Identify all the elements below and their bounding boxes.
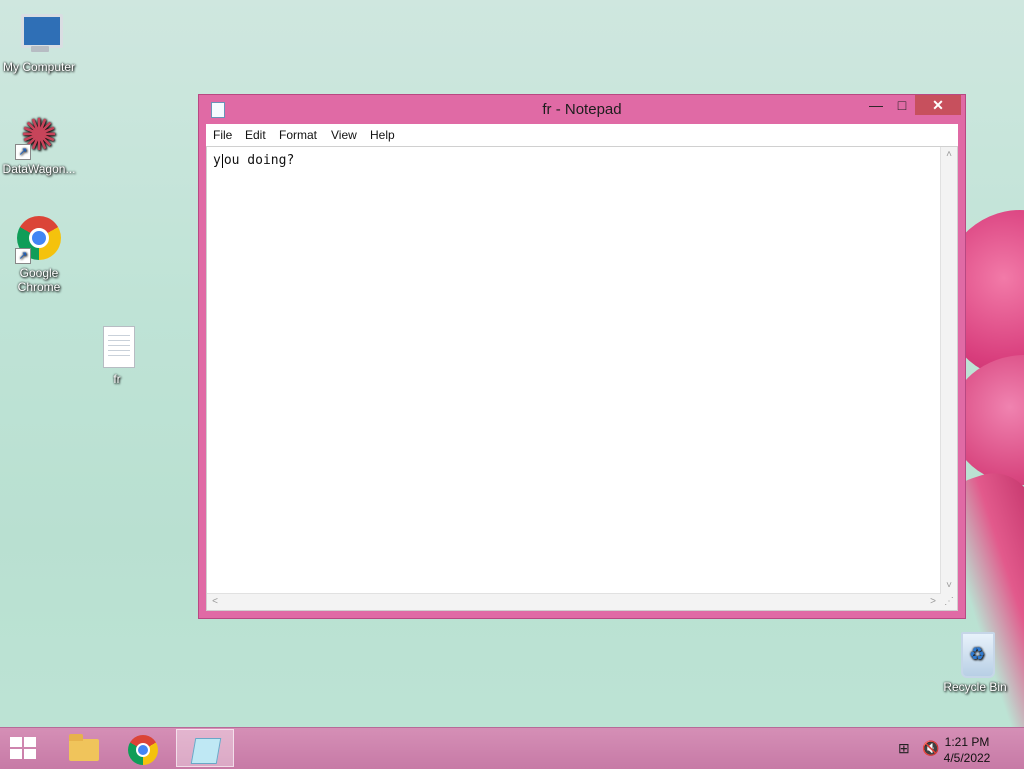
vertical-scrollbar[interactable]: ˄ ˅ <box>940 147 957 594</box>
text-file-icon <box>93 322 141 370</box>
document-text[interactable]: y ou doing? <box>213 153 294 168</box>
taskbar: ⊞ 🔇 1:21 PM 4/5/2022 <box>0 727 1024 769</box>
desktop-icon-fr-file[interactable]: fr <box>78 322 156 386</box>
shortcut-arrow-icon: ↗ <box>15 248 31 264</box>
close-button[interactable]: ✕ <box>915 95 961 115</box>
shortcut-arrow-icon: ↗ <box>15 144 31 160</box>
menu-file[interactable]: File <box>213 128 232 142</box>
clock-date: 4/5/2022 <box>943 751 991 765</box>
desktop-icon-label: Google <box>19 266 59 280</box>
computer-icon <box>15 10 63 58</box>
text-editor[interactable]: y ou doing? ˄ ˅ ˂ ˃ ⋰ <box>206 146 958 611</box>
text-caret <box>221 153 223 168</box>
start-button[interactable] <box>10 737 38 761</box>
scroll-right-button[interactable]: ˃ <box>925 594 941 610</box>
minimize-button[interactable]: — <box>863 95 889 115</box>
notepad-window[interactable]: fr - Notepad — □ ✕ File Edit Format View… <box>198 94 966 619</box>
text-before-caret: y <box>213 153 221 168</box>
windows-logo-icon <box>10 737 22 747</box>
datawagon-icon: ✺ ↗ <box>15 112 63 160</box>
scroll-left-button[interactable]: ˂ <box>207 594 223 610</box>
clock-time: 1:21 PM <box>944 735 990 749</box>
menu-view[interactable]: View <box>331 128 357 142</box>
desktop-icon-my-computer[interactable]: My Computer <box>0 10 78 74</box>
menu-help[interactable]: Help <box>370 128 395 142</box>
desktop-icon-datawagon[interactable]: ✺ ↗ DataWagon... <box>0 112 78 177</box>
network-icon[interactable]: ⊞ <box>898 740 910 757</box>
scroll-down-button[interactable]: ˅ <box>941 578 957 594</box>
resize-grip[interactable]: ⋰ <box>941 594 957 610</box>
menu-format[interactable]: Format <box>279 128 317 142</box>
text-after-caret: ou doing? <box>223 153 295 168</box>
notepad-icon <box>190 738 222 764</box>
scroll-up-button[interactable]: ˄ <box>941 147 957 163</box>
taskbar-notepad[interactable] <box>176 729 234 767</box>
desktop-icon-label: Chrome <box>17 280 61 294</box>
desktop-icon-label: Recycle Bin <box>943 680 1007 694</box>
window-title: fr - Notepad <box>542 101 622 118</box>
recycle-bin-icon <box>951 630 999 678</box>
desktop-icon-label: My Computer <box>2 60 76 74</box>
taskbar-file-explorer[interactable] <box>52 729 110 767</box>
folder-icon <box>69 734 99 761</box>
desktop-icon-label: DataWagon... <box>2 162 76 176</box>
system-clock[interactable]: 1:21 PM 4/5/2022 <box>932 734 1002 766</box>
menu-edit[interactable]: Edit <box>245 128 266 142</box>
desktop-icon-label: fr <box>113 372 121 386</box>
desktop-icon-google-chrome[interactable]: ↗ Google Chrome <box>0 214 78 294</box>
title-bar[interactable]: fr - Notepad — □ ✕ <box>199 95 965 123</box>
taskbar-google-chrome[interactable] <box>114 729 172 767</box>
chrome-icon <box>128 735 158 765</box>
menu-bar: File Edit Format View Help <box>206 124 958 147</box>
maximize-button[interactable]: □ <box>889 95 915 115</box>
chrome-icon: ↗ <box>15 216 63 264</box>
horizontal-scrollbar[interactable]: ˂ ˃ <box>207 593 941 610</box>
desktop-icon-recycle-bin[interactable]: Recycle Bin <box>936 630 1014 694</box>
